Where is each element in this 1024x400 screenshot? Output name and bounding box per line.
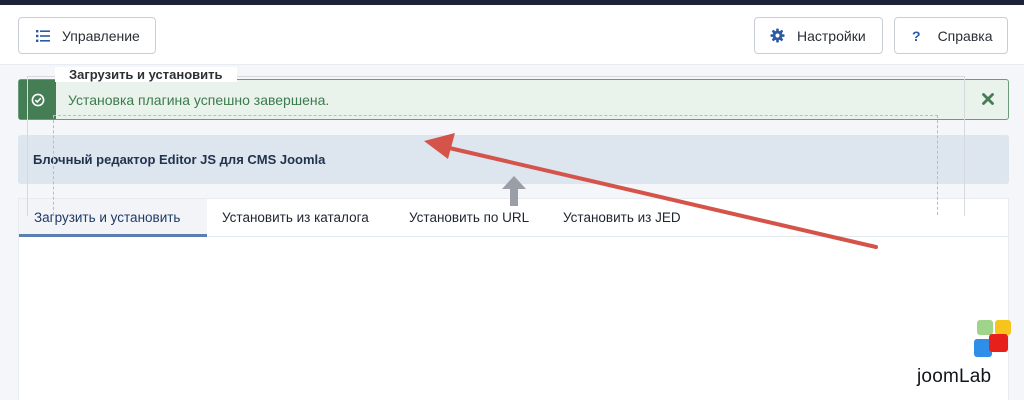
list-icon (36, 29, 50, 42)
help-button[interactable]: ? Справка (894, 17, 1008, 54)
gear-icon (770, 28, 785, 43)
upload-legend: Загрузить и установить (55, 67, 237, 82)
installer-card: Загрузить и установить Установить из кат… (18, 198, 1009, 400)
manage-button[interactable]: Управление (18, 17, 156, 54)
joomlab-logo-icon (974, 320, 1014, 360)
toolbar: Управление Настройки ? Справка (0, 5, 1024, 65)
question-icon: ? (912, 27, 921, 44)
close-icon (982, 93, 994, 105)
settings-button[interactable]: Настройки (754, 17, 883, 54)
help-label: Справка (937, 27, 993, 44)
alert-close-button[interactable] (978, 88, 998, 110)
logo-text: joomLab (917, 366, 992, 387)
settings-label: Настройки (797, 27, 866, 44)
manage-label: Управление (62, 27, 140, 44)
arrow-up-icon (480, 176, 548, 211)
